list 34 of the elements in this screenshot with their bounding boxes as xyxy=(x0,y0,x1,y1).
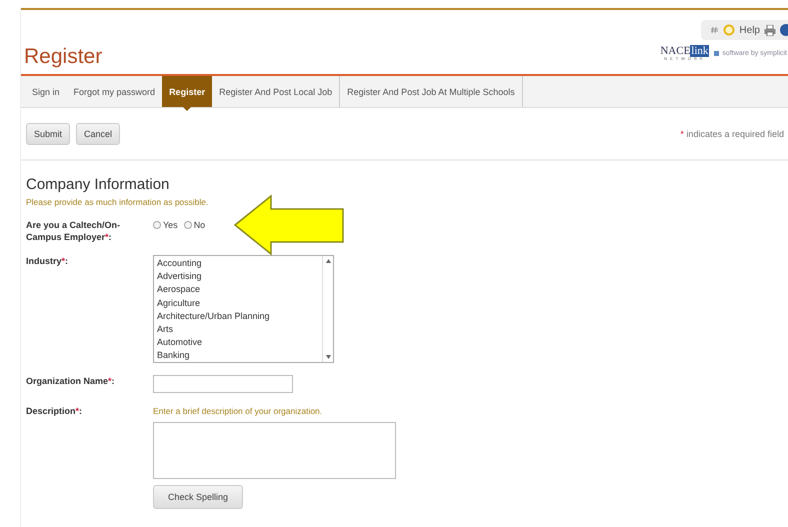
list-option[interactable]: Automotive xyxy=(157,336,319,350)
hash-icon[interactable] xyxy=(711,26,720,34)
printer-icon[interactable] xyxy=(764,24,776,36)
description-field[interactable] xyxy=(153,422,396,479)
scroll-up-icon[interactable] xyxy=(326,259,330,263)
nav-tab[interactable]: Register And Post Job At Multiple Schools xyxy=(340,76,523,107)
field-label: Description*: xyxy=(26,405,84,418)
list-option[interactable]: Arts xyxy=(157,323,319,336)
list-option[interactable]: Agriculture xyxy=(157,296,319,310)
field-label: Are you a Caltech/On-Campus Employer*: xyxy=(26,219,122,243)
nav-tab[interactable]: Sign in xyxy=(25,76,67,107)
scroll-down-icon[interactable] xyxy=(326,355,330,359)
check-spelling-button[interactable]: Check Spelling xyxy=(153,485,244,509)
list-option[interactable]: Architecture/Urban Planning xyxy=(157,310,319,324)
list-option[interactable]: Aerospace xyxy=(157,283,319,297)
field-label: Industry*: xyxy=(26,255,70,268)
industry-listbox[interactable]: Accounting Advertising Aerospace Agriculture Architecture/Urban Planning Arts Automotive Banking xyxy=(153,255,334,363)
list-option[interactable]: Banking xyxy=(157,349,319,363)
section-title: Company Information xyxy=(26,176,170,193)
field-label: Organization Name*: xyxy=(26,375,116,388)
action-button[interactable]: Cancel xyxy=(76,123,120,145)
organization-name-field[interactable] xyxy=(153,375,293,393)
description-hint: Enter a brief description of your organization. xyxy=(153,405,324,417)
list-option[interactable]: Advertising xyxy=(157,270,319,284)
page-title: Register xyxy=(24,45,102,69)
list-option[interactable]: Accounting xyxy=(157,257,319,270)
radio-option[interactable]: Yes xyxy=(153,220,178,230)
radio-option[interactable]: No xyxy=(184,220,206,230)
help-link[interactable]: Help xyxy=(739,24,760,36)
nav-tab[interactable]: Forgot my password xyxy=(66,76,162,107)
required-note: * indicates a required field xyxy=(680,129,784,139)
section-subtitle: Please provide as much information as possible. xyxy=(26,197,210,207)
nav-tab[interactable]: Register And Post Local Job xyxy=(212,76,340,107)
action-button[interactable]: Submit xyxy=(26,123,70,145)
